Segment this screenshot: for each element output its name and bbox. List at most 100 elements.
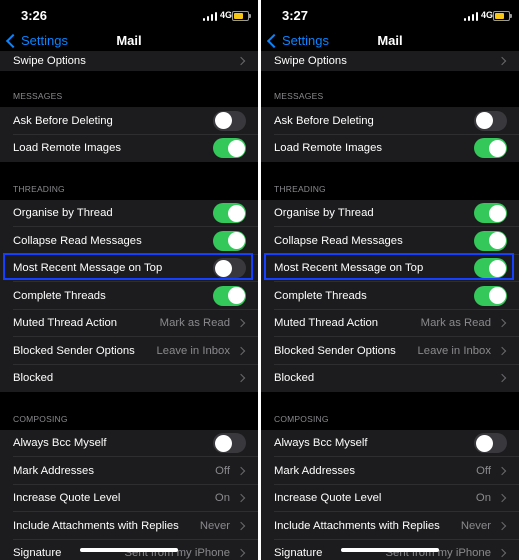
toggle-switch[interactable] bbox=[213, 285, 246, 306]
chevron-right-icon bbox=[236, 494, 246, 503]
toggle-knob bbox=[214, 259, 232, 277]
toggle-switch[interactable] bbox=[474, 203, 507, 224]
chevron-right-icon bbox=[497, 319, 507, 328]
settings-row-ask-before-deleting[interactable]: Ask Before Deleting bbox=[0, 107, 258, 135]
row-value: Off bbox=[215, 464, 230, 477]
settings-list: Swipe Options MESSAGES Ask Before Deletin… bbox=[261, 51, 519, 560]
settings-row-muted-thread-action[interactable]: Muted Thread Action Mark as Read bbox=[0, 309, 258, 337]
toggle-knob bbox=[214, 434, 232, 452]
chevron-right-icon bbox=[497, 494, 507, 503]
row-label: Complete Threads bbox=[274, 289, 367, 302]
row-label: Most Recent Message on Top bbox=[274, 262, 424, 275]
settings-row-most-recent-message-on-top[interactable]: Most Recent Message on Top bbox=[261, 254, 519, 282]
toggle-switch[interactable] bbox=[213, 110, 246, 131]
toggle-switch[interactable] bbox=[213, 433, 246, 454]
row-value: Off bbox=[476, 464, 491, 477]
row-label: Mark Addresses bbox=[274, 464, 355, 477]
row-label: Ask Before Deleting bbox=[13, 114, 113, 127]
settings-row-collapse-read-messages[interactable]: Collapse Read Messages bbox=[0, 227, 258, 255]
settings-row-increase-quote-level[interactable]: Increase Quote Level On bbox=[0, 484, 258, 512]
chevron-right-icon bbox=[236, 346, 246, 355]
row-label: Muted Thread Action bbox=[13, 317, 118, 330]
status-time: 3:27 bbox=[282, 8, 309, 23]
settings-row-ask-before-deleting[interactable]: Ask Before Deleting bbox=[261, 107, 519, 135]
row-label: Increase Quote Level bbox=[13, 492, 121, 505]
status-time: 3:26 bbox=[21, 8, 48, 23]
toggle-knob bbox=[488, 232, 506, 250]
screenshot-after: 3:27 4G Settings Mail Swipe Options MESS… bbox=[261, 0, 519, 560]
chevron-right-icon bbox=[236, 56, 246, 66]
section-header-threading: THREADING bbox=[0, 162, 258, 200]
toggle-switch[interactable] bbox=[474, 258, 507, 279]
status-bar: 3:27 4G bbox=[261, 0, 519, 30]
toggle-knob bbox=[475, 112, 493, 130]
home-indicator[interactable] bbox=[80, 548, 178, 552]
toggle-switch[interactable] bbox=[474, 285, 507, 306]
row-label: Organise by Thread bbox=[274, 207, 374, 220]
row-value: Never bbox=[199, 519, 230, 532]
settings-list: Swipe Options MESSAGES Ask Before Deletin… bbox=[0, 51, 258, 560]
toggle-switch[interactable] bbox=[213, 203, 246, 224]
toggle-switch[interactable] bbox=[213, 230, 246, 251]
chevron-right-icon bbox=[497, 374, 507, 383]
row-label: Complete Threads bbox=[13, 289, 106, 302]
settings-row-load-remote-images[interactable]: Load Remote Images bbox=[0, 134, 258, 162]
row-label: Include Attachments with Replies bbox=[13, 519, 179, 532]
settings-row-swipe-options[interactable]: Swipe Options bbox=[0, 51, 258, 71]
settings-row-muted-thread-action[interactable]: Muted Thread Action Mark as Read bbox=[261, 309, 519, 337]
settings-row-mark-addresses[interactable]: Mark Addresses Off bbox=[261, 457, 519, 485]
toggle-knob bbox=[227, 287, 245, 305]
toggle-switch[interactable] bbox=[474, 433, 507, 454]
section-header-composing: COMPOSING bbox=[261, 392, 519, 430]
settings-row-always-bcc-myself[interactable]: Always Bcc Myself bbox=[0, 429, 258, 457]
settings-row-complete-threads[interactable]: Complete Threads bbox=[261, 282, 519, 310]
settings-row-collapse-read-messages[interactable]: Collapse Read Messages bbox=[261, 227, 519, 255]
chevron-right-icon bbox=[236, 466, 246, 475]
toggle-switch[interactable] bbox=[474, 230, 507, 251]
toggle-switch[interactable] bbox=[474, 110, 507, 131]
row-value: Leave in Inbox bbox=[417, 344, 492, 357]
row-label: Increase Quote Level bbox=[274, 492, 382, 505]
row-label: Load Remote Images bbox=[13, 142, 122, 155]
section-header-composing: COMPOSING bbox=[0, 392, 258, 430]
toggle-switch[interactable] bbox=[213, 138, 246, 159]
row-label: Muted Thread Action bbox=[274, 317, 379, 330]
page-title: Mail bbox=[116, 33, 142, 48]
row-label: Load Remote Images bbox=[274, 142, 383, 155]
settings-row-mark-addresses[interactable]: Mark Addresses Off bbox=[0, 457, 258, 485]
section-header-messages: MESSAGES bbox=[0, 71, 258, 107]
home-indicator[interactable] bbox=[341, 548, 439, 552]
chevron-right-icon bbox=[236, 319, 246, 328]
settings-row-most-recent-message-on-top[interactable]: Most Recent Message on Top bbox=[0, 254, 258, 282]
row-label: Collapse Read Messages bbox=[274, 234, 403, 247]
toggle-knob bbox=[488, 287, 506, 305]
toggle-knob bbox=[227, 139, 245, 157]
toggle-switch[interactable] bbox=[474, 138, 507, 159]
row-label: Swipe Options bbox=[274, 55, 347, 67]
page-title: Mail bbox=[377, 33, 403, 48]
settings-row-increase-quote-level[interactable]: Increase Quote Level On bbox=[261, 484, 519, 512]
settings-row-blocked-sender-options[interactable]: Blocked Sender Options Leave in Inbox bbox=[261, 337, 519, 365]
row-value: Leave in Inbox bbox=[156, 344, 231, 357]
settings-row-blocked[interactable]: Blocked bbox=[261, 364, 519, 392]
row-label: Blocked Sender Options bbox=[274, 344, 396, 357]
row-value: On bbox=[214, 492, 230, 505]
toggle-switch[interactable] bbox=[213, 258, 246, 279]
settings-row-load-remote-images[interactable]: Load Remote Images bbox=[261, 134, 519, 162]
settings-row-organise-by-thread[interactable]: Organise by Thread bbox=[261, 199, 519, 227]
settings-row-complete-threads[interactable]: Complete Threads bbox=[0, 282, 258, 310]
settings-row-organise-by-thread[interactable]: Organise by Thread bbox=[0, 199, 258, 227]
screenshot-before: 3:26 4G Settings Mail Swipe Options MESS… bbox=[0, 0, 258, 560]
network-type: 4G bbox=[481, 10, 494, 20]
settings-row-swipe-options[interactable]: Swipe Options bbox=[261, 51, 519, 71]
row-label: Swipe Options bbox=[13, 55, 86, 67]
settings-row-always-bcc-myself[interactable]: Always Bcc Myself bbox=[261, 429, 519, 457]
section-header-threading: THREADING bbox=[261, 162, 519, 200]
section-header-messages: MESSAGES bbox=[261, 71, 519, 107]
settings-row-blocked-sender-options[interactable]: Blocked Sender Options Leave in Inbox bbox=[0, 337, 258, 365]
row-value: Mark as Read bbox=[420, 317, 491, 330]
settings-row-blocked[interactable]: Blocked bbox=[0, 364, 258, 392]
row-label: Blocked bbox=[13, 372, 54, 385]
settings-row-include-attachments-with-replies[interactable]: Include Attachments with Replies Never bbox=[0, 512, 258, 540]
settings-row-include-attachments-with-replies[interactable]: Include Attachments with Replies Never bbox=[261, 512, 519, 540]
